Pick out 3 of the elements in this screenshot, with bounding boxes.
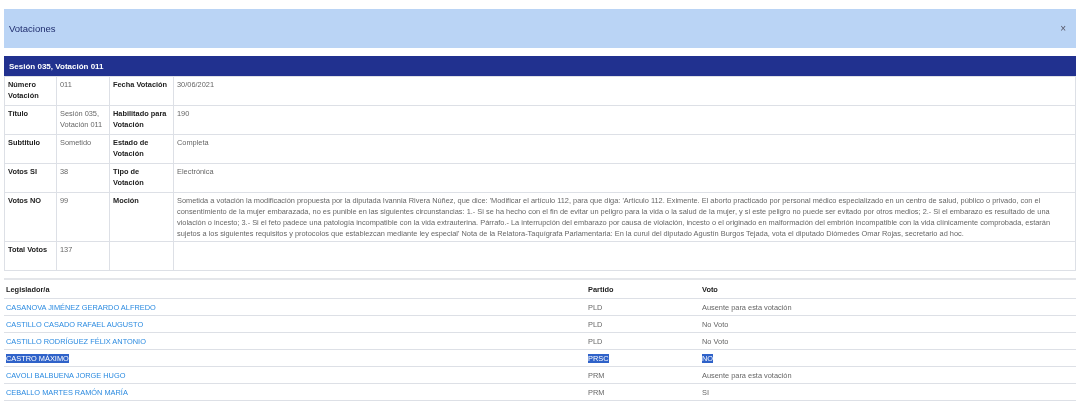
- close-button[interactable]: ×: [1056, 23, 1070, 34]
- session-title: Sesión 035, Votación 011: [9, 61, 104, 71]
- dialog-title: Votaciones: [9, 23, 56, 34]
